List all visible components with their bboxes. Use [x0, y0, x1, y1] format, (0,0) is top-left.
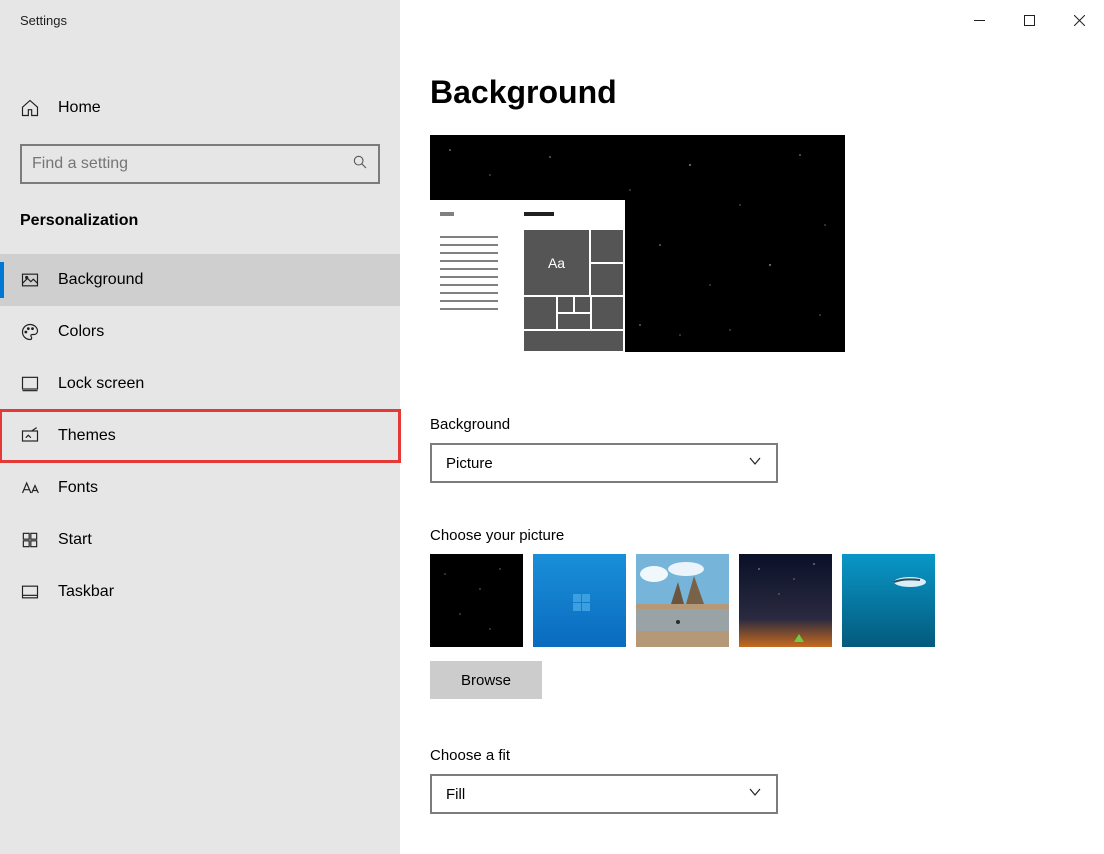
page-title: Background — [430, 74, 1104, 111]
sidebar-item-label: Taskbar — [58, 583, 114, 601]
picture-thumb-1[interactable] — [430, 554, 523, 647]
chevron-down-icon — [748, 785, 762, 803]
sidebar-item-label: Fonts — [58, 479, 98, 497]
browse-button[interactable]: Browse — [430, 661, 542, 699]
picture-thumb-4[interactable] — [739, 554, 832, 647]
content-pane: Background Aa Background — [400, 0, 1104, 854]
taskbar-icon — [20, 582, 40, 602]
sidebar-item-label: Colors — [58, 323, 104, 341]
picture-thumbnails — [430, 554, 1104, 647]
lock-screen-icon — [20, 374, 40, 394]
maximize-button[interactable] — [1004, 0, 1054, 40]
search-icon — [352, 154, 368, 175]
sidebar-item-label: Background — [58, 271, 143, 289]
sidebar-item-label: Themes — [58, 427, 116, 445]
minimize-button[interactable] — [954, 0, 1004, 40]
themes-icon — [20, 426, 40, 446]
search-input[interactable] — [20, 144, 380, 184]
home-label: Home — [58, 99, 101, 117]
picture-thumb-2[interactable] — [533, 554, 626, 647]
sidebar-item-themes[interactable]: Themes — [0, 410, 400, 462]
category-heading: Personalization — [0, 212, 400, 230]
background-preview: Aa — [430, 135, 845, 352]
sidebar-item-label: Lock screen — [58, 375, 144, 393]
picture-icon — [20, 270, 40, 290]
sidebar-item-lock-screen[interactable]: Lock screen — [0, 358, 400, 410]
dropdown-value: Fill — [446, 786, 465, 803]
chevron-down-icon — [748, 454, 762, 472]
picture-thumb-3[interactable] — [636, 554, 729, 647]
sidebar-item-colors[interactable]: Colors — [0, 306, 400, 358]
start-icon — [20, 530, 40, 550]
background-type-dropdown[interactable]: Picture — [430, 443, 778, 483]
window-title: Settings — [0, 0, 400, 40]
preview-sample-tile: Aa — [524, 230, 589, 295]
home-link[interactable]: Home — [0, 88, 400, 128]
sidebar-item-fonts[interactable]: Fonts — [0, 462, 400, 514]
choose-fit-label: Choose a fit — [430, 747, 1104, 764]
choose-picture-label: Choose your picture — [430, 527, 1104, 544]
close-button[interactable] — [1054, 0, 1104, 40]
sidebar-item-taskbar[interactable]: Taskbar — [0, 566, 400, 618]
sidebar-item-background[interactable]: Background — [0, 254, 400, 306]
fonts-icon — [20, 478, 40, 498]
sidebar: Settings Home Personalization Background — [0, 0, 400, 854]
home-icon — [20, 98, 40, 118]
sidebar-item-label: Start — [58, 531, 92, 549]
palette-icon — [20, 322, 40, 342]
search-input-field[interactable] — [32, 155, 352, 173]
dropdown-value: Picture — [446, 455, 493, 472]
choose-fit-dropdown[interactable]: Fill — [430, 774, 778, 814]
sidebar-item-start[interactable]: Start — [0, 514, 400, 566]
picture-thumb-5[interactable] — [842, 554, 935, 647]
background-type-label: Background — [430, 416, 1104, 433]
